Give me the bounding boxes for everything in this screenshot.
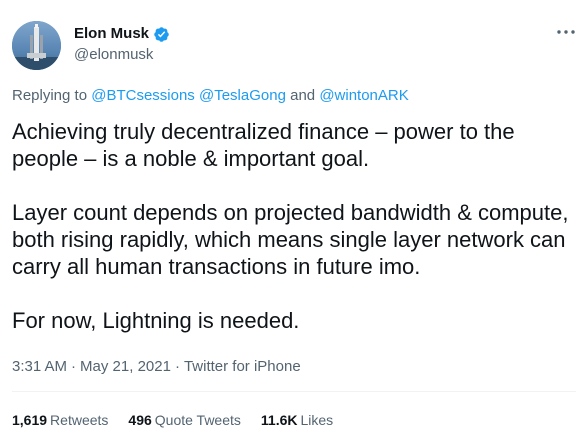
tweet-card: Elon Musk @elonmusk Replying to @BTCsess… — [0, 0, 588, 443]
mention-btcsessions[interactable]: @BTCsessions — [91, 87, 195, 104]
mention-teslagong[interactable]: @TeslaGong — [199, 87, 286, 104]
tweet-paragraph: Layer count depends on projected bandwid… — [12, 200, 569, 279]
mention-wintonark[interactable]: @wintonARK — [319, 87, 408, 104]
divider — [12, 391, 576, 392]
likes-count: 11.6K — [260, 412, 298, 428]
tweet-time[interactable]: 3:31 AM — [12, 358, 67, 375]
tweet-paragraph: Achieving truly decentralized finance – … — [12, 119, 515, 171]
retweets-label: Retweets — [50, 412, 109, 428]
more-options-icon[interactable] — [556, 22, 576, 42]
engagement-stats: 1,619 Retweets 496 Quote Tweets 11.6K Likes — [12, 412, 333, 429]
avatar-image — [12, 21, 61, 70]
quote-tweets-label: Quote Tweets — [154, 412, 241, 428]
author-handle[interactable]: @elonmusk — [74, 46, 153, 64]
quote-tweets-stat[interactable]: 496 Quote Tweets — [128, 412, 241, 429]
tweet-paragraph: For now, Lightning is needed. — [12, 308, 300, 333]
tweet-metadata: 3:31 AM · May 21, 2021 · Twitter for iPhone — [12, 358, 301, 376]
avatar[interactable] — [12, 21, 61, 70]
replying-to: Replying to @BTCsessions @TeslaGong and … — [12, 87, 409, 105]
likes-label: Likes — [300, 412, 334, 428]
tweet-source[interactable]: Twitter for iPhone — [184, 358, 301, 375]
likes-stat[interactable]: 11.6K Likes — [261, 412, 333, 429]
tweet-text: Achieving truly decentralized finance – … — [12, 118, 582, 334]
quote-tweets-count: 496 — [128, 412, 152, 428]
retweets-stat[interactable]: 1,619 Retweets — [12, 412, 108, 429]
author-name-row: Elon Musk — [74, 25, 170, 43]
replying-to-prefix: Replying to — [12, 87, 92, 104]
meta-separator: · — [71, 358, 77, 375]
verified-badge-icon — [153, 26, 170, 43]
tweet-date[interactable]: May 21, 2021 — [80, 358, 171, 375]
meta-separator: · — [174, 358, 180, 375]
retweets-count: 1,619 — [12, 412, 48, 428]
author-display-name[interactable]: Elon Musk — [74, 25, 149, 43]
replying-and: and — [285, 87, 320, 104]
